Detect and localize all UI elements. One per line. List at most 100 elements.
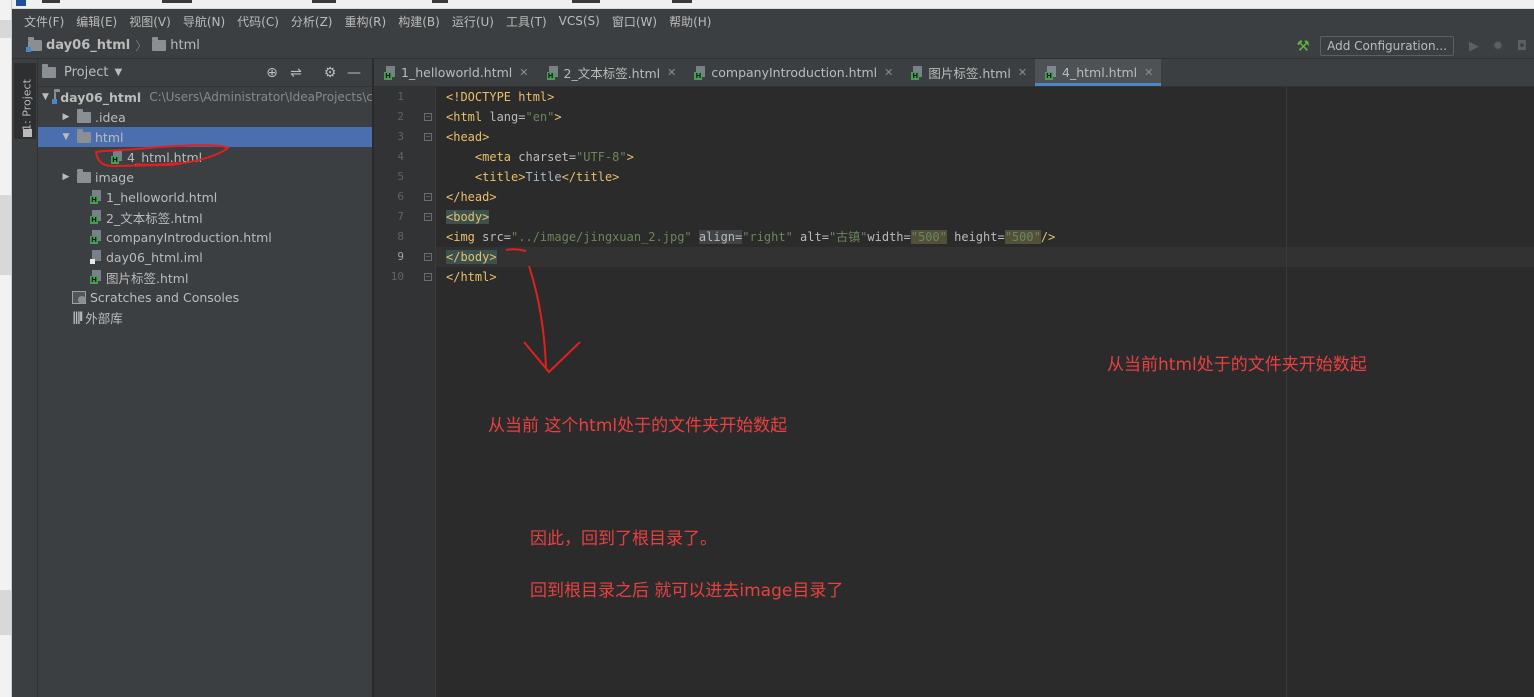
code-token: align= [698,230,743,244]
code-line-5[interactable]: <title>Title</title> [446,167,620,187]
tree-item-image[interactable]: ▶ image [38,167,372,187]
code-token: </html> [446,270,497,284]
menu-edit[interactable]: 编辑(E) [70,13,123,30]
code-token: "500" [910,230,947,244]
tree-item-idea[interactable]: ▶ .idea [38,107,372,127]
line-number: 7 [397,210,404,223]
fold-marker-icon[interactable]: − [424,133,432,141]
code-line-1[interactable]: <!DOCTYPE html> [446,87,554,107]
dropdown-arrow-icon[interactable]: ▼ [114,67,122,78]
tab-label: companyIntroduction.html [711,65,878,80]
menu-build[interactable]: 构建(B) [392,13,446,30]
code-token: charset= [518,150,577,164]
add-configuration-button[interactable]: Add Configuration... [1320,36,1454,56]
code-token: <head> [446,130,490,144]
tree-item-label: 1_helloworld.html [106,189,218,205]
code-line-7[interactable]: <body> [446,207,490,227]
tree-item-4-html[interactable]: 4_html.html [38,147,372,167]
tree-item-iml[interactable]: day06_html.iml [38,247,372,267]
expanded-arrow-icon[interactable]: ▼ [60,132,72,142]
tree-item-helloworld[interactable]: 1_helloworld.html [38,187,372,207]
close-icon[interactable]: ✕ [884,66,893,79]
tree-item-label: Scratches and Consoles [90,289,240,305]
code-token: "../image/jingxuan_2.jpg" [511,230,692,244]
close-icon[interactable]: ✕ [1018,66,1027,79]
tree-item-text-tags[interactable]: 2_文本标签.html [38,207,372,227]
collapsed-arrow-icon[interactable]: ▶ [60,172,72,182]
menu-file[interactable]: 文件(F) [18,13,70,30]
menu-navigate[interactable]: 导航(N) [177,13,231,30]
tree-item-html-folder[interactable]: ▼ html [38,127,372,147]
breadcrumb-project[interactable]: day06_html [46,38,130,53]
collapse-all-icon[interactable]: ⇌ [284,65,308,81]
menu-vcs[interactable]: VCS(S) [553,14,606,28]
annotation-3: 因此，回到了根目录了。 [530,529,717,549]
code-token: "古镇" [828,230,868,244]
code-token: alt= [792,230,829,244]
expanded-arrow-icon[interactable]: ▼ [42,92,49,102]
debug-icon[interactable]: ✹ [1486,39,1510,54]
fold-marker-icon[interactable]: − [424,193,432,201]
code-line-10[interactable]: </html> [446,267,497,287]
line-number: 5 [397,170,404,183]
html-file-icon [90,210,102,224]
tree-root[interactable]: ▼ day06_html C:\Users\Administrator\Idea… [38,87,372,107]
close-icon[interactable]: ✕ [1144,66,1153,79]
breadcrumb-folder[interactable]: html [170,38,200,53]
annotation-2: 从当前 这个html处于的文件夹开始数起 [488,416,788,436]
code-line-8[interactable]: <img src="../image/jingxuan_2.jpg" align… [446,227,1055,247]
tree-item-image-tags[interactable]: 图片标签.html [38,267,372,287]
project-tool-icon [23,129,32,137]
coverage-icon[interactable]: ◘ [1510,39,1534,54]
locate-target-icon[interactable]: ⊕ [260,65,284,81]
editor: 1_helloworld.html ✕ 2_文本标签.html ✕ compan… [374,59,1534,697]
tab-helloworld[interactable]: 1_helloworld.html ✕ [374,59,537,86]
close-icon[interactable]: ✕ [667,66,676,79]
menu-run[interactable]: 运行(U) [446,13,500,30]
code-token: "500" [1004,230,1041,244]
tree-item-label: .idea [95,109,126,125]
tab-text-tags[interactable]: 2_文本标签.html ✕ [537,59,685,86]
scratches-icon [72,290,86,304]
menu-help[interactable]: 帮助(H) [663,13,717,30]
line-number: 4 [397,150,404,163]
menu-view[interactable]: 视图(V) [123,13,177,30]
code-token: "en" [525,110,555,124]
code-line-6[interactable]: </head> [446,187,497,207]
tree-item-label: day06_html.iml [106,249,203,265]
tab-4-html[interactable]: 4_html.html ✕ [1035,59,1162,86]
menu-window[interactable]: 窗口(W) [606,13,663,30]
html-file-icon [90,230,102,244]
tab-image-tags[interactable]: 图片标签.html ✕ [901,59,1035,86]
collapsed-arrow-icon[interactable]: ▶ [60,112,72,122]
fold-marker-icon[interactable]: − [424,253,432,261]
build-hammer-icon[interactable]: ⚒ [1292,37,1314,55]
menu-analyze[interactable]: 分析(Z) [285,13,339,30]
close-icon[interactable]: ✕ [519,66,528,79]
menu-refactor[interactable]: 重构(R) [339,13,393,30]
code-line-2[interactable]: <html lang="en"> [446,107,562,127]
tree-item-company[interactable]: companyIntroduction.html [38,227,372,247]
code-line-9[interactable]: </body> [446,247,497,267]
code-line-4[interactable]: <meta charset="UTF-8"> [446,147,634,167]
tree-item-scratches[interactable]: Scratches and Consoles [38,287,372,307]
project-view-title[interactable]: Project [64,65,108,80]
fold-marker-icon[interactable]: − [424,213,432,221]
right-margin-guide [1286,87,1287,697]
code-token: <html [446,110,490,124]
fold-marker-icon[interactable]: − [424,113,432,121]
fold-marker-icon[interactable]: − [424,273,432,281]
iml-file-icon [90,250,102,264]
menu-tools[interactable]: 工具(T) [500,13,553,30]
project-tool-tab[interactable]: 1: Project [14,63,36,139]
tree-root-label: day06_html [60,89,142,105]
code-line-3[interactable]: <head> [446,127,489,147]
html-file-icon [546,65,559,80]
gear-icon[interactable]: ⚙ [318,65,342,81]
run-icon[interactable]: ▶ [1462,39,1486,54]
tab-company[interactable]: companyIntroduction.html ✕ [684,59,901,86]
menu-code[interactable]: 代码(C) [231,13,285,30]
tree-item-external-libraries[interactable]: |||l 外部库 [38,307,372,327]
minimize-icon[interactable]: — [342,65,366,81]
project-panel: Project ▼ ⊕ ⇌ ⚙ — ▼ day06_html C:\Users\… [38,59,373,697]
